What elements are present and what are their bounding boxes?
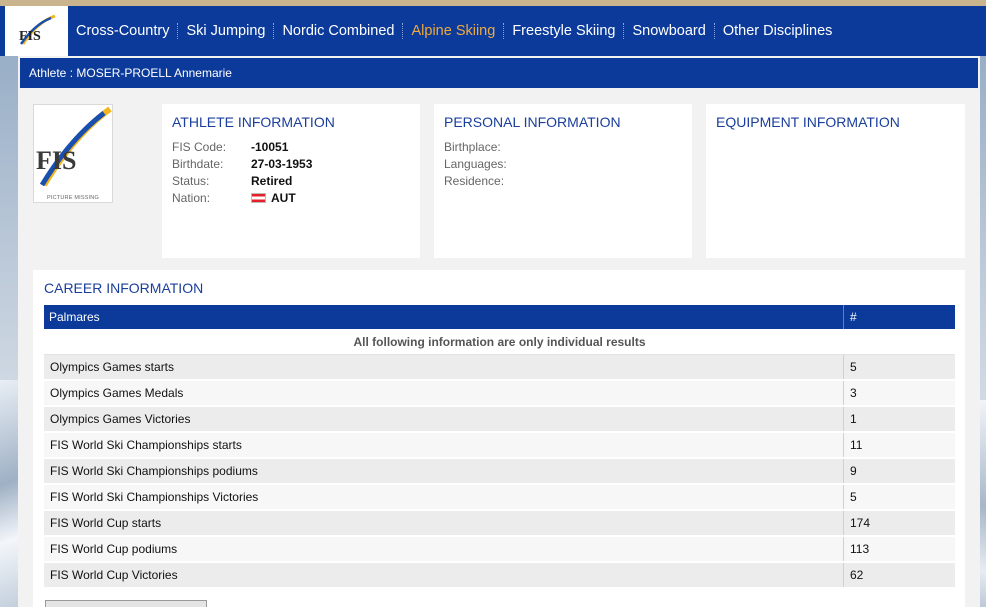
picture-missing-caption: PICTURE MISSING xyxy=(47,195,99,201)
status-label: Status: xyxy=(172,173,210,188)
nation-label: Nation: xyxy=(172,190,211,205)
table-row: FIS World Cup Victories 62 xyxy=(44,563,955,589)
stat-name: Olympics Games Medals xyxy=(50,386,184,400)
stat-name: FIS World Ski Championships Victories xyxy=(50,490,259,504)
languages-label: Languages: xyxy=(444,156,507,171)
residence-row: Residence: xyxy=(444,172,523,189)
nav-other-disciplines[interactable]: Other Disciplines xyxy=(715,23,841,39)
nation-row: Nation: AUT xyxy=(172,189,312,206)
birthdate-label: Birthdate: xyxy=(172,156,224,171)
nation-code: AUT xyxy=(271,190,296,205)
nav-cross-country[interactable]: Cross-Country xyxy=(68,23,177,39)
photo-logo-text: FIS xyxy=(36,146,76,175)
palmares-column-header: Palmares xyxy=(49,310,100,324)
nation-value: AUT xyxy=(251,191,296,205)
stat-count: 5 xyxy=(843,485,955,509)
residence-label: Residence: xyxy=(444,173,505,188)
career-information-card: CAREER INFORMATION Palmares # All follow… xyxy=(33,270,965,607)
table-row: Olympics Games starts 5 xyxy=(44,355,955,381)
stat-name: FIS World Cup Victories xyxy=(50,568,178,582)
stat-count: 113 xyxy=(843,537,955,561)
stat-name: FIS World Cup starts xyxy=(50,516,162,530)
stat-count: 5 xyxy=(843,355,955,379)
individual-results-note: All following information are only indiv… xyxy=(44,329,955,355)
nav-freestyle-skiing[interactable]: Freestyle Skiing xyxy=(504,23,623,39)
athlete-information-rows: FIS Code: -10051 Birthdate: 27-03-1953 S… xyxy=(172,138,312,206)
nav-alpine-skiing[interactable]: Alpine Skiing xyxy=(403,23,503,39)
table-row: FIS World Ski Championships starts 11 xyxy=(44,433,955,459)
personal-information-title: PERSONAL INFORMATION xyxy=(444,114,621,130)
status-value: Retired xyxy=(251,173,293,188)
stat-name: FIS World Ski Championships podiums xyxy=(50,464,258,478)
personal-information-rows: Birthplace: Languages: Residence: xyxy=(444,138,523,189)
fis-logo-link[interactable]: FIS xyxy=(5,6,68,56)
equipment-information-title: EQUIPMENT INFORMATION xyxy=(716,114,900,130)
fis-logo-icon: FIS xyxy=(19,14,56,45)
table-row: FIS World Ski Championships Victories 5 xyxy=(44,485,955,511)
athlete-photo-placeholder: FIS PICTURE MISSING xyxy=(33,104,113,203)
stat-count: 3 xyxy=(843,381,955,405)
athlete-header-bar: Athlete : MOSER-PROELL Annemarie xyxy=(20,58,978,88)
status-row: Status: Retired xyxy=(172,172,312,189)
table-row: FIS World Cup starts 174 xyxy=(44,511,955,537)
birthplace-label: Birthplace: xyxy=(444,139,501,154)
birthdate-value: 27-03-1953 xyxy=(251,156,313,171)
stat-count: 9 xyxy=(843,459,955,483)
table-row: FIS World Ski Championships podiums 9 xyxy=(44,459,955,485)
birthplace-row: Birthplace: xyxy=(444,138,523,155)
career-information-title: CAREER INFORMATION xyxy=(44,280,204,296)
browser-bottom-tab[interactable] xyxy=(45,600,207,607)
fis-code-label: FIS Code: xyxy=(172,139,227,154)
palmares-table: Palmares # All following information are… xyxy=(44,305,955,589)
fis-code-row: FIS Code: -10051 xyxy=(172,138,312,155)
table-row: FIS World Cup podiums 113 xyxy=(44,537,955,563)
athlete-information-card: ATHLETE INFORMATION FIS Code: -10051 Bir… xyxy=(162,104,420,258)
fis-logo-icon: FIS xyxy=(36,106,112,187)
austria-flag-icon xyxy=(251,192,266,203)
athlete-page: Athlete : MOSER-PROELL Annemarie FIS PIC… xyxy=(18,56,980,607)
personal-information-card: PERSONAL INFORMATION Birthplace: Languag… xyxy=(434,104,692,258)
background-mountain-left xyxy=(0,380,20,607)
stat-name: Olympics Games Victories xyxy=(50,412,191,426)
discipline-nav: Cross-Country Ski Jumping Nordic Combine… xyxy=(68,6,840,56)
fis-logo-text: FIS xyxy=(19,29,41,44)
birthdate-row: Birthdate: 27-03-1953 xyxy=(172,155,312,172)
nav-nordic-combined[interactable]: Nordic Combined xyxy=(274,23,402,39)
stat-name: FIS World Cup podiums xyxy=(50,542,178,556)
stat-count: 62 xyxy=(843,563,955,587)
languages-row: Languages: xyxy=(444,155,523,172)
nav-ski-jumping[interactable]: Ski Jumping xyxy=(178,23,273,39)
stat-count: 1 xyxy=(843,407,955,431)
count-column-header: # xyxy=(843,305,955,329)
table-row: Olympics Games Victories 1 xyxy=(44,407,955,433)
stat-name: FIS World Ski Championships starts xyxy=(50,438,242,452)
palmares-header-row: Palmares # xyxy=(44,305,955,329)
athlete-information-title: ATHLETE INFORMATION xyxy=(172,114,335,130)
fis-code-value: -10051 xyxy=(251,139,289,154)
top-navigation: FIS Cross-Country Ski Jumping Nordic Com… xyxy=(0,6,986,56)
equipment-information-card: EQUIPMENT INFORMATION xyxy=(706,104,965,258)
table-row: Olympics Games Medals 3 xyxy=(44,381,955,407)
nav-snowboard[interactable]: Snowboard xyxy=(624,23,713,39)
stat-name: Olympics Games starts xyxy=(50,360,175,374)
palmares-rows: Olympics Games starts 5 Olympics Games M… xyxy=(44,355,955,589)
stat-count: 11 xyxy=(843,433,955,457)
stat-count: 174 xyxy=(843,511,955,535)
